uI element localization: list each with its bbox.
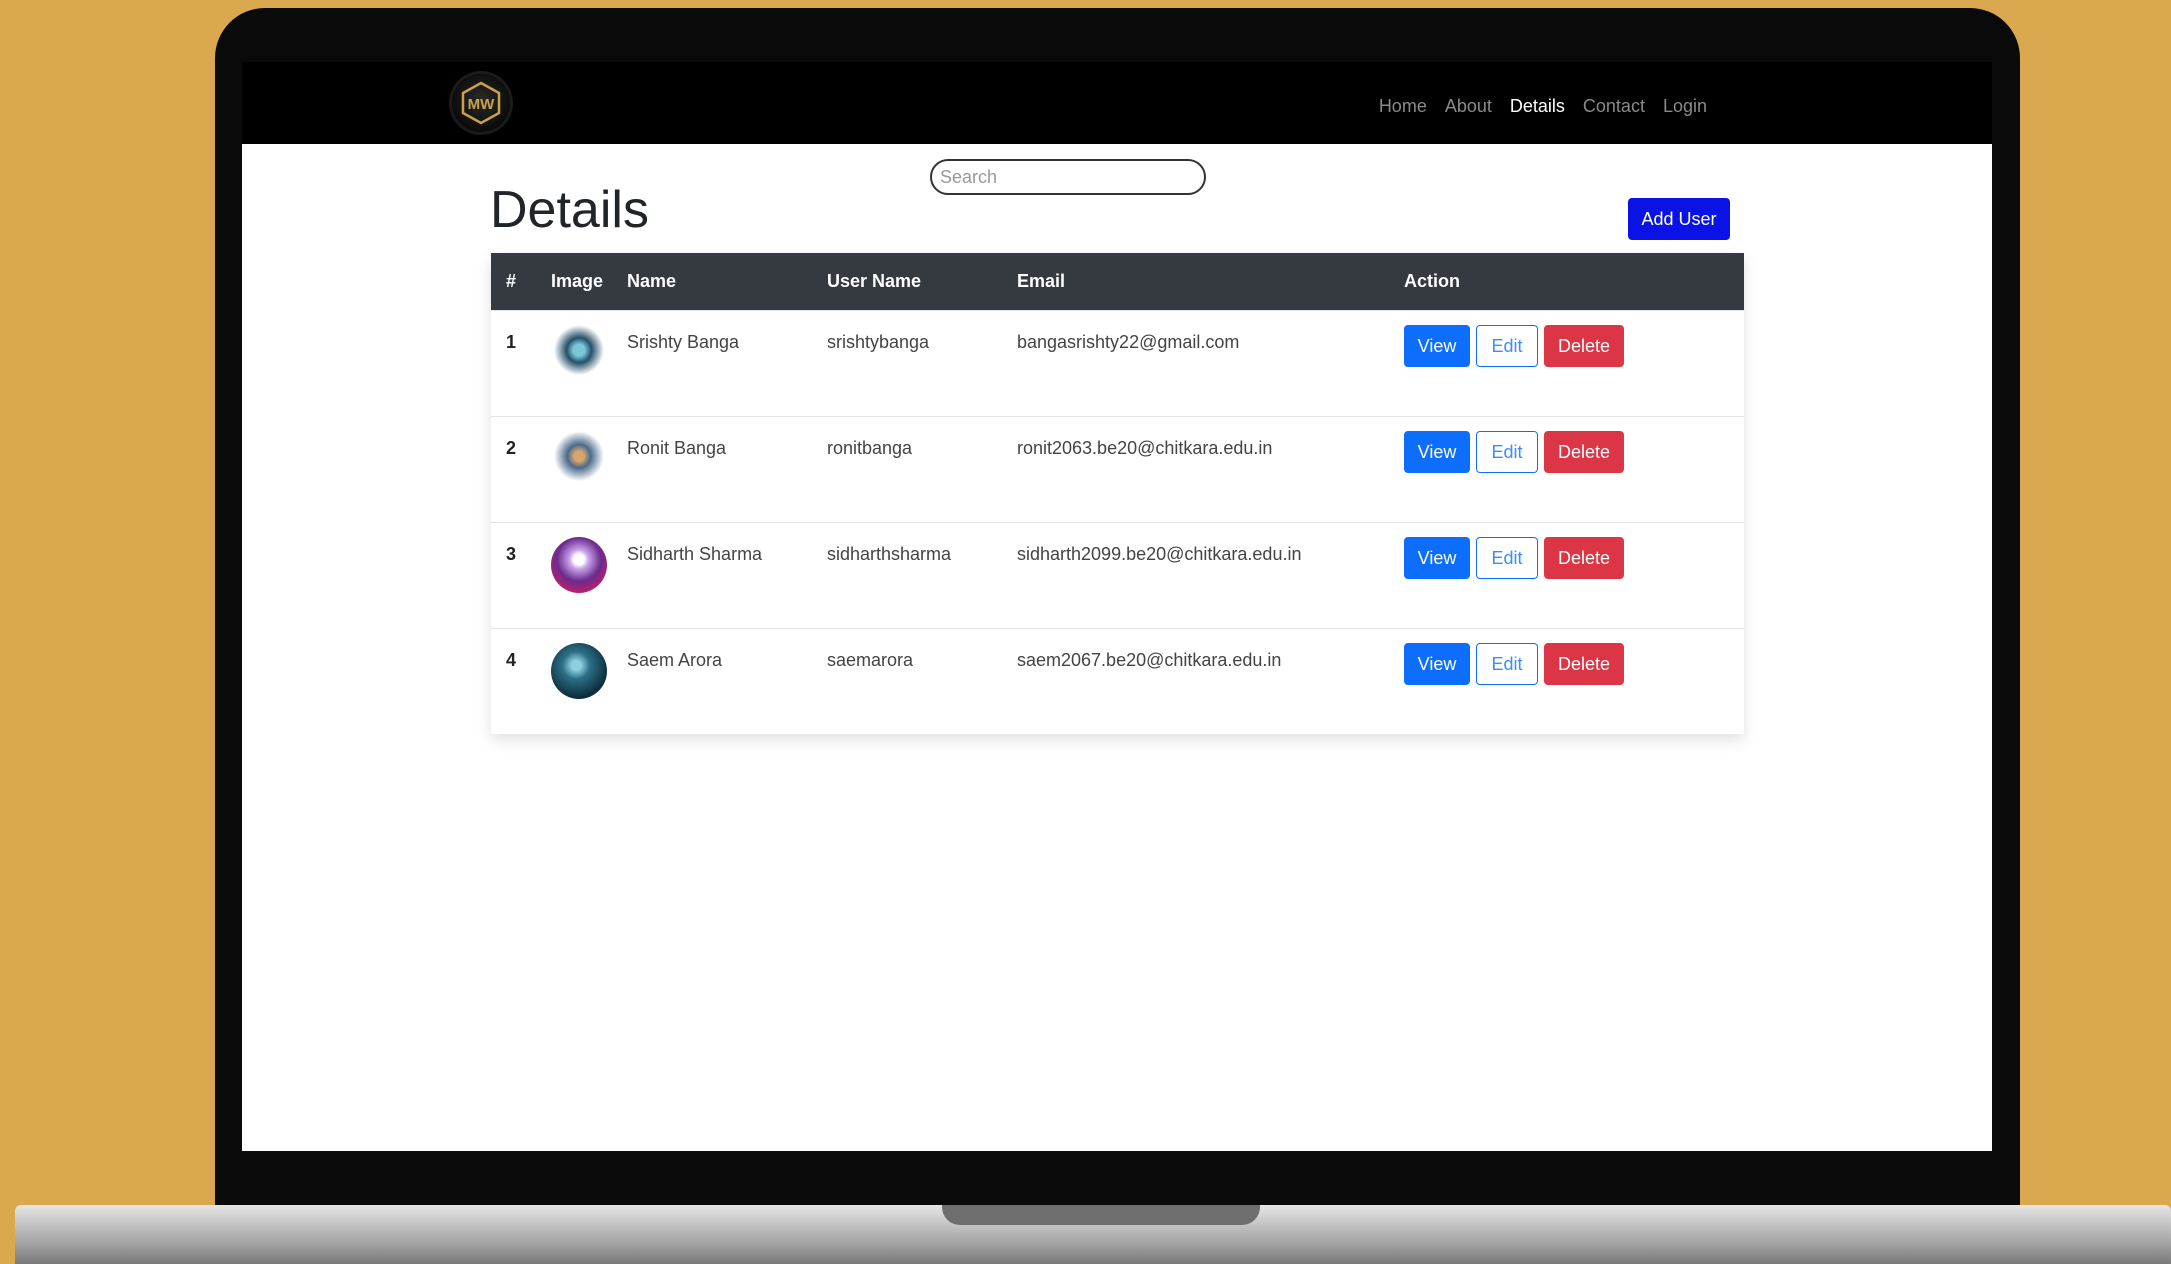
row-actions: View Edit Delete <box>1389 310 1744 417</box>
row-number: 3 <box>491 522 536 629</box>
row-email: saem2067.be20@chitkara.edu.in <box>1002 628 1389 734</box>
row-actions: View Edit Delete <box>1389 522 1744 629</box>
row-actions: View Edit Delete <box>1389 416 1744 523</box>
avatar <box>551 537 607 593</box>
row-username: sidharthsharma <box>812 522 1002 629</box>
avatar <box>551 431 607 487</box>
nav-login[interactable]: Login <box>1663 96 1707 117</box>
nav-details[interactable]: Details <box>1510 96 1565 117</box>
col-header-number: # <box>491 253 536 311</box>
nav-about[interactable]: About <box>1445 96 1492 117</box>
nav-home[interactable]: Home <box>1379 96 1427 117</box>
table-row: 4 Saem Arora saemarora saem2067.be20@chi… <box>491 628 1744 734</box>
row-username: ronitbanga <box>812 416 1002 523</box>
avatar <box>551 325 607 381</box>
row-email: sidharth2099.be20@chitkara.edu.in <box>1002 522 1389 629</box>
edit-button[interactable]: Edit <box>1476 643 1538 685</box>
mw-logo-icon: MW <box>461 81 501 125</box>
svg-text:MW: MW <box>468 96 495 113</box>
users-table: # Image Name User Name Email Action 1 Sr… <box>491 253 1744 734</box>
row-name: Saem Arora <box>612 628 812 734</box>
row-email: ronit2063.be20@chitkara.edu.in <box>1002 416 1389 523</box>
delete-button[interactable]: Delete <box>1544 537 1624 579</box>
row-number: 4 <box>491 628 536 734</box>
logo[interactable]: MW <box>452 74 510 132</box>
view-button[interactable]: View <box>1404 431 1470 473</box>
row-email: bangasrishty22@gmail.com <box>1002 310 1389 417</box>
table-row: 3 Sidharth Sharma sidharthsharma sidhart… <box>491 522 1744 629</box>
navbar: MW Home About Details Contact Login <box>242 62 1992 144</box>
edit-button[interactable]: Edit <box>1476 537 1538 579</box>
row-number: 1 <box>491 310 536 417</box>
view-button[interactable]: View <box>1404 325 1470 367</box>
laptop-notch <box>942 1205 1260 1225</box>
col-header-username: User Name <box>812 253 1002 311</box>
add-user-button[interactable]: Add User <box>1628 198 1730 240</box>
row-name: Ronit Banga <box>612 416 812 523</box>
row-number: 2 <box>491 416 536 523</box>
col-header-image: Image <box>536 253 612 311</box>
row-username: saemarora <box>812 628 1002 734</box>
browser-screen: MW Home About Details Contact Login Deta… <box>242 62 1992 1151</box>
view-button[interactable]: View <box>1404 643 1470 685</box>
col-header-action: Action <box>1389 253 1744 311</box>
table-row: 2 Ronit Banga ronitbanga ronit2063.be20@… <box>491 416 1744 523</box>
avatar <box>551 643 607 699</box>
row-actions: View Edit Delete <box>1389 628 1744 734</box>
edit-button[interactable]: Edit <box>1476 325 1538 367</box>
row-name: Sidharth Sharma <box>612 522 812 629</box>
col-header-email: Email <box>1002 253 1389 311</box>
delete-button[interactable]: Delete <box>1544 325 1624 367</box>
col-header-name: Name <box>612 253 812 311</box>
row-name: Srishty Banga <box>612 310 812 417</box>
table-header-row: # Image Name User Name Email Action <box>491 253 1744 311</box>
delete-button[interactable]: Delete <box>1544 643 1624 685</box>
table-row: 1 Srishty Banga srishtybanga bangasrisht… <box>491 310 1744 417</box>
delete-button[interactable]: Delete <box>1544 431 1624 473</box>
nav-links: Home About Details Contact Login <box>1379 96 1707 117</box>
edit-button[interactable]: Edit <box>1476 431 1538 473</box>
view-button[interactable]: View <box>1404 537 1470 579</box>
page-title: Details <box>490 181 649 239</box>
nav-contact[interactable]: Contact <box>1583 96 1645 117</box>
row-username: srishtybanga <box>812 310 1002 417</box>
search-input[interactable] <box>930 159 1206 195</box>
